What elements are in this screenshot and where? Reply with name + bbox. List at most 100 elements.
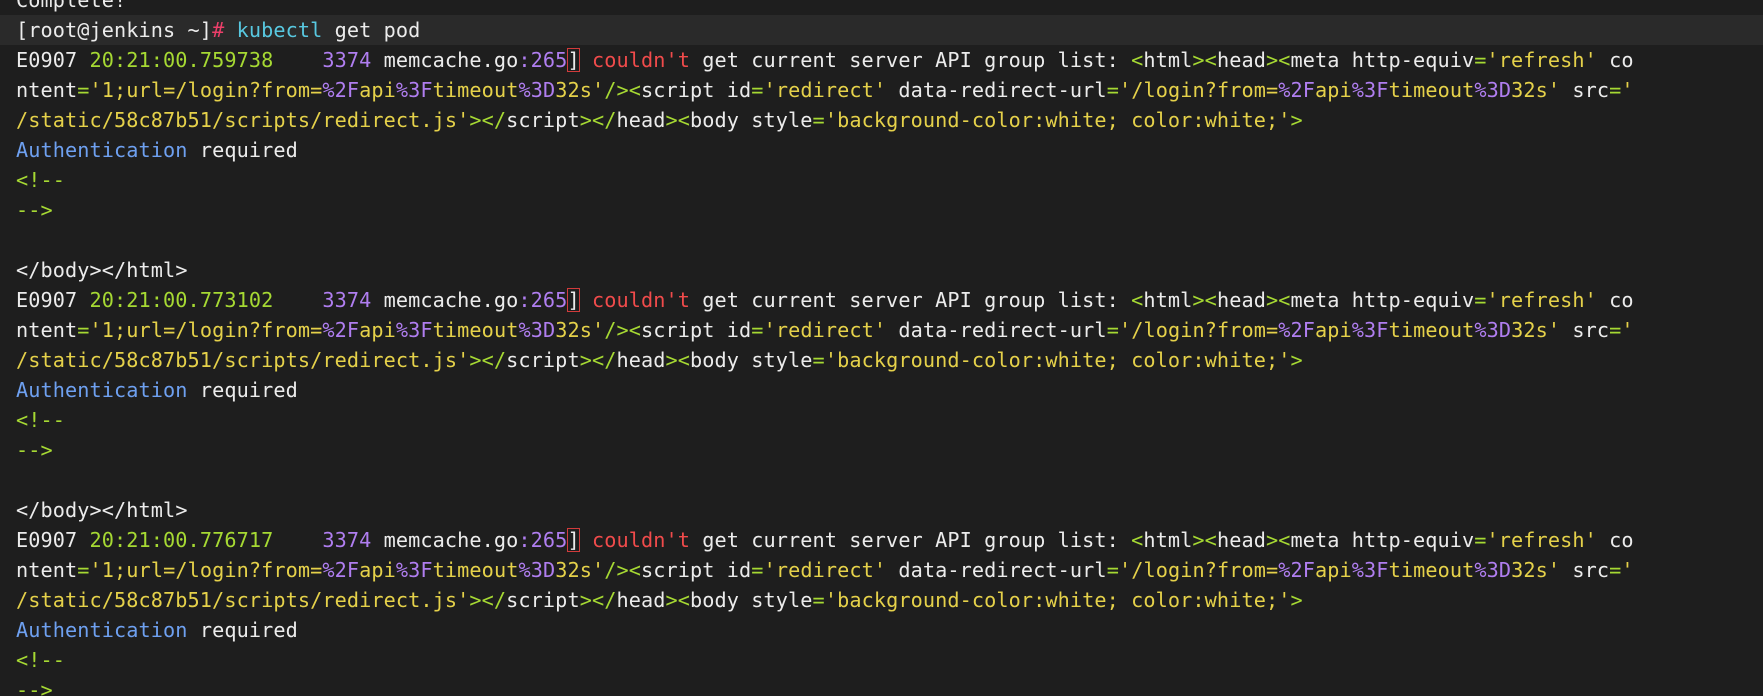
text-segment: %3F: [1351, 558, 1389, 582]
text-segment: =: [1474, 48, 1487, 72]
text-segment: script id: [641, 318, 752, 342]
text-segment: timeout: [432, 558, 519, 582]
text-segment: api: [359, 558, 396, 582]
text-segment: Authentication: [16, 618, 188, 642]
text-segment: -->: [16, 678, 53, 696]
text-segment: 32s': [555, 558, 605, 582]
text-segment: >: [1290, 108, 1303, 132]
text-segment: head: [1216, 48, 1266, 72]
text-segment: head: [1216, 528, 1266, 552]
text-segment: Authentication: [16, 138, 188, 162]
text-segment: =: [77, 558, 90, 582]
text-segment: -->: [16, 198, 53, 222]
text-segment: %3F: [395, 558, 433, 582]
text-segment: src: [1560, 318, 1610, 342]
text-segment: =: [1474, 528, 1487, 552]
text-segment: ><: [665, 588, 690, 612]
text-segment: =: [751, 78, 764, 102]
text-segment: %2F: [322, 558, 360, 582]
output-line: E0907 20:21:00.773102 3374 memcache.go:2…: [16, 285, 1763, 315]
text-segment: ></: [469, 588, 507, 612]
text-segment: <: [1131, 48, 1144, 72]
text-segment: 'refresh': [1486, 528, 1597, 552]
text-segment: src: [1560, 78, 1610, 102]
terminal-window[interactable]: Complete! [root@jenkins ~]# kubectl get p…: [0, 0, 1763, 696]
text-segment: script: [506, 588, 580, 612]
text-segment: ntent: [16, 558, 78, 582]
output-line: /static/58c87b51/scripts/redirect.js'></…: [16, 345, 1763, 375]
text-segment: ></: [89, 258, 127, 282]
output-line: Authentication required: [16, 135, 1763, 165]
text-segment: /static/58c87b51/scripts/redirect.js': [16, 348, 470, 372]
text-segment: %3D: [1474, 78, 1512, 102]
text-segment: <: [1131, 528, 1144, 552]
output-line: <!--: [16, 405, 1763, 435]
text-segment: script: [506, 348, 580, 372]
text-segment: ><: [1265, 288, 1291, 312]
text-segment: <!--: [16, 408, 66, 432]
text-segment: data-redirect-url: [886, 558, 1107, 582]
text-segment: =: [751, 318, 764, 342]
text-segment: html: [1143, 528, 1193, 552]
text-segment: required: [187, 138, 298, 162]
text-segment: </: [16, 498, 41, 522]
text-segment: Authentication: [16, 378, 188, 402]
text-segment: [273, 528, 322, 552]
text-segment: 'background-color:white; color:white;': [824, 348, 1291, 372]
output-line: E0907 20:21:00.776717 3374 memcache.go:2…: [16, 525, 1763, 555]
text-segment: [273, 48, 322, 72]
text-segment: script id: [641, 78, 752, 102]
text-segment: %3D: [1474, 558, 1512, 582]
text-segment: E0907: [16, 288, 90, 312]
text-segment: 32s': [555, 78, 605, 102]
text-segment: %3D: [518, 318, 556, 342]
text-segment: %3F: [1351, 78, 1389, 102]
text-segment: %3D: [518, 558, 556, 582]
text-segment: '/login?from=: [1118, 558, 1279, 582]
text-segment: body style: [690, 588, 813, 612]
text-segment: 'redirect': [763, 78, 887, 102]
text-segment: '1;url=/login?from=: [89, 78, 323, 102]
text-segment: 'background-color:white; color:white;': [824, 108, 1291, 132]
text-segment: Complete!: [16, 0, 127, 12]
text-segment: =: [1106, 318, 1119, 342]
output-line: E0907 20:21:00.759738 3374 memcache.go:2…: [16, 45, 1763, 75]
output-line: </body></html>: [16, 495, 1763, 525]
text-segment: data-redirect-url: [886, 318, 1107, 342]
text-segment: meta http-equiv: [1290, 48, 1475, 72]
output-line: /static/58c87b51/scripts/redirect.js'></…: [16, 105, 1763, 135]
text-segment: %3F: [395, 318, 433, 342]
text-segment: head: [616, 348, 666, 372]
text-segment: E0907: [16, 48, 90, 72]
text-segment: E0907: [16, 528, 90, 552]
text-segment: timeout: [1388, 318, 1475, 342]
text-segment: memcache.go: [371, 528, 519, 552]
text-segment: >: [175, 258, 188, 282]
output-line: -->: [16, 675, 1763, 696]
text-segment: meta http-equiv: [1290, 288, 1475, 312]
text-segment: 32s': [555, 318, 605, 342]
text-segment: /><: [604, 78, 641, 102]
text-segment: '1;url=/login?from=: [89, 558, 323, 582]
output-line: ntent='1;url=/login?from=%2Fapi%3Ftimeou…: [16, 75, 1763, 105]
text-segment: ><: [1192, 288, 1217, 312]
text-segment: 'background-color:white; color:white;': [824, 588, 1291, 612]
output-line: /static/58c87b51/scripts/redirect.js'></…: [16, 585, 1763, 615]
terminal-output: Complete! [root@jenkins ~]# kubectl get p…: [0, 0, 1763, 696]
text-segment: =: [812, 588, 825, 612]
text-segment: ]: [567, 288, 580, 312]
text-segment: body: [40, 498, 90, 522]
text-segment: ><: [1265, 528, 1291, 552]
text-segment: couldn't: [579, 48, 690, 72]
text-segment: meta http-equiv: [1290, 528, 1475, 552]
output-line: Authentication required: [16, 375, 1763, 405]
text-segment: couldn't: [579, 288, 690, 312]
text-segment: <!--: [16, 648, 66, 672]
text-segment: 20:21:00.776717: [89, 528, 274, 552]
text-segment: %3D: [518, 78, 556, 102]
text-segment: ><: [1192, 48, 1217, 72]
output-line: -->: [16, 435, 1763, 465]
text-segment: >: [1290, 588, 1303, 612]
